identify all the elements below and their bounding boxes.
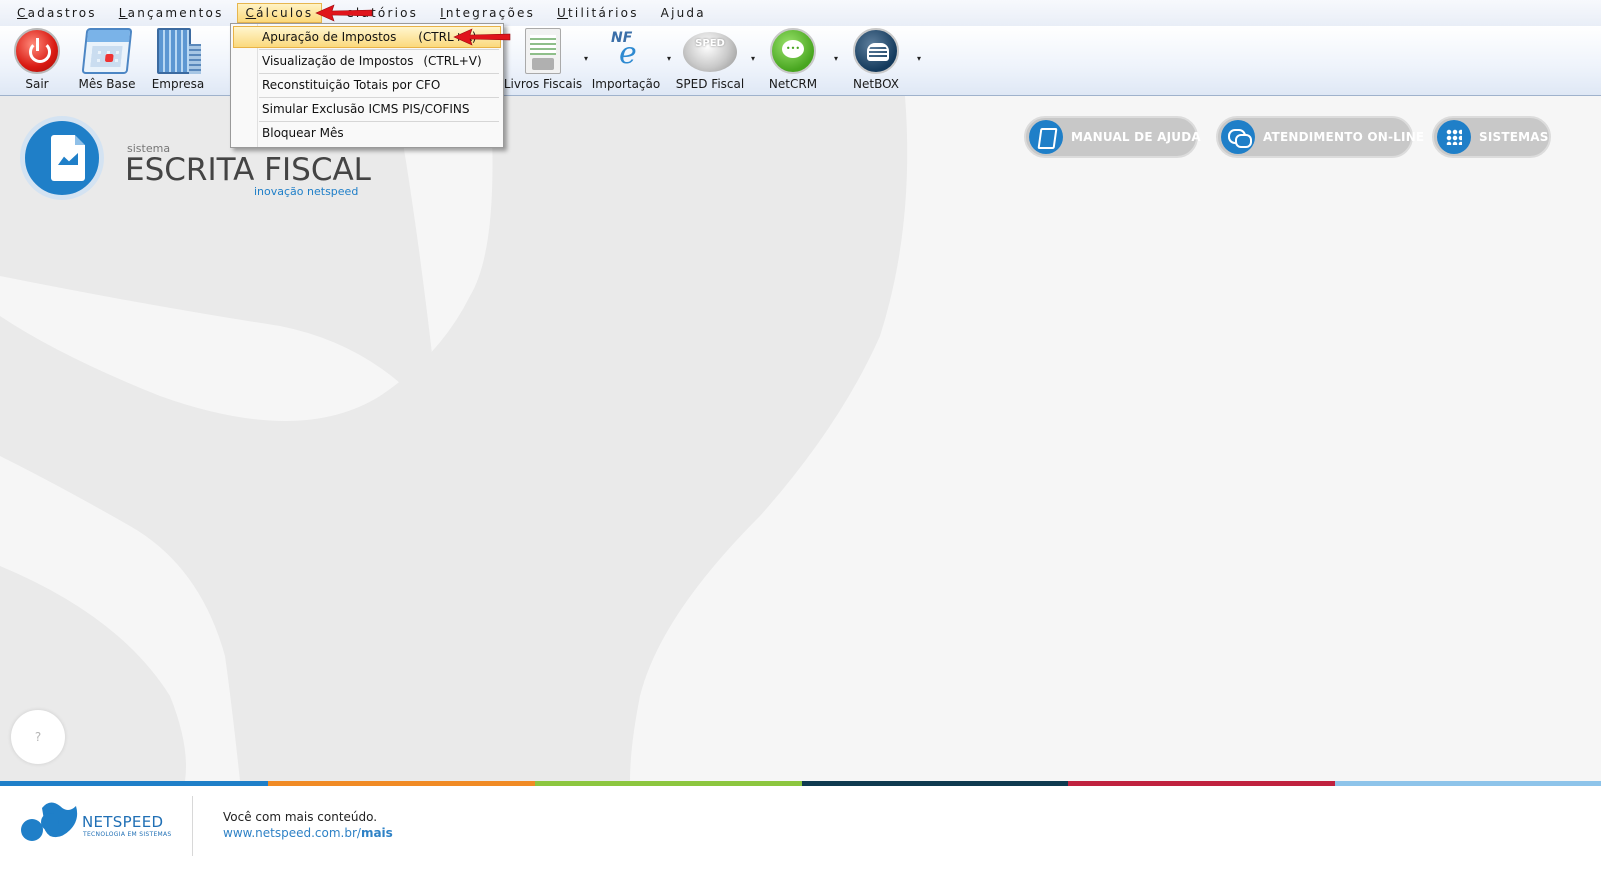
menu-accelerator: C — [17, 6, 28, 20]
menu-ajuda[interactable]: Ajuda — [652, 3, 715, 23]
toolbar-empresa-button[interactable]: Empresa — [141, 26, 215, 96]
toolbar-sped-fiscal-button[interactable]: SPED Fiscal ▾ — [673, 26, 755, 96]
pill-label: MANUAL DE AJUDA — [1071, 130, 1201, 144]
escrita-fiscal-app: Cadastros Lançamentos Cálculos elatórios… — [0, 0, 1601, 877]
chevron-down-icon[interactable]: ▾ — [751, 54, 755, 63]
pill-label: SISTEMAS — [1479, 130, 1549, 144]
netspeed-logo-icon — [21, 802, 78, 841]
chat-icon — [1221, 120, 1255, 154]
toolbar-label: Importação — [591, 77, 661, 91]
document-chart-icon — [51, 135, 85, 181]
menu-calculos[interactable]: Cálculos — [236, 3, 323, 23]
menu-label: ntegrações — [445, 6, 536, 20]
footer: NETSPEED TECNOLOGIA EM SISTEMAS Você com… — [0, 786, 1601, 877]
book-icon — [1029, 120, 1063, 154]
menu-label: tilitários — [568, 6, 639, 20]
menu-item-bloquear-mes[interactable]: Bloquear Mês — [233, 122, 501, 144]
menu-label: adastros — [27, 6, 97, 20]
menu-integracoes[interactable]: Integrações — [431, 3, 544, 23]
cloud-box-icon — [853, 28, 899, 74]
chevron-down-icon[interactable]: ▾ — [834, 54, 838, 63]
atendimento-online-button[interactable]: ATENDIMENTO ON-LINE — [1216, 116, 1424, 158]
chat-bubble-icon — [770, 28, 816, 74]
toolbar-label: NetBOX — [853, 77, 899, 91]
menu-item-reconstituicao-totais[interactable]: Reconstituição Totais por CFO — [233, 74, 501, 96]
menu-cadastros[interactable]: Cadastros — [8, 3, 106, 23]
menu-accelerator: C — [245, 6, 257, 20]
menu-label: Ajuda — [660, 6, 706, 20]
help-button[interactable]: ? — [11, 710, 65, 764]
menu-item-simular-exclusao[interactable]: Simular Exclusão ICMS PIS/COFINS — [233, 98, 501, 120]
background-decoration — [0, 96, 908, 781]
toolbar-label: Livros Fiscais — [503, 77, 583, 91]
footer-divider — [192, 796, 193, 856]
toolbar-label: SPED Fiscal — [675, 77, 745, 91]
footer-message: Você com mais conteúdo. — [223, 810, 378, 824]
manual-de-ajuda-button[interactable]: MANUAL DE AJUDA — [1024, 116, 1201, 158]
chevron-down-icon[interactable]: ▾ — [917, 54, 921, 63]
logo-circle — [20, 116, 104, 200]
power-icon — [14, 28, 60, 74]
menu-lancamentos[interactable]: Lançamentos — [110, 3, 233, 23]
menu-label: ançamentos — [127, 6, 224, 20]
nfe-icon — [603, 28, 649, 74]
toolbar-netcrm-button[interactable]: NetCRM ▾ — [756, 26, 838, 96]
menu-label: álculos — [256, 6, 314, 20]
link-bold: mais — [360, 826, 393, 840]
toolbar-livros-fiscais-button[interactable]: Livros Fiscais ▾ — [504, 26, 588, 96]
toolbar-importacao-button[interactable]: Importação ▾ — [589, 26, 671, 96]
link-prefix: www.netspeed.com.br/ — [223, 826, 361, 840]
footer-link[interactable]: www.netspeed.com.br/mais — [223, 826, 393, 840]
menu-item-label: Apuração de Impostos — [262, 30, 397, 44]
menu-utilitarios[interactable]: Utilitários — [548, 3, 648, 23]
toolbar-label: Empresa — [151, 77, 205, 91]
menu-item-label: Reconstituição Totais por CFO — [262, 78, 441, 92]
menu-accelerator: U — [557, 6, 569, 20]
menu-item-shortcut: (CTRL+V) — [423, 54, 482, 68]
netspeed-tagline: TECNOLOGIA EM SISTEMAS — [83, 831, 172, 838]
building-icon — [157, 28, 201, 74]
red-arrow-icon — [315, 4, 373, 22]
menu-item-label: Bloquear Mês — [262, 126, 344, 140]
chevron-down-icon[interactable]: ▾ — [584, 54, 588, 63]
logo-title: ESCRITA FISCAL — [125, 152, 371, 188]
netspeed-brand: NETSPEED — [82, 813, 164, 831]
logo-subtitle: inovação netspeed — [254, 185, 359, 198]
grid-icon — [1437, 120, 1471, 154]
toolbar-label: NetCRM — [768, 77, 818, 91]
chevron-down-icon[interactable]: ▾ — [667, 54, 671, 63]
pill-label: ATENDIMENTO ON-LINE — [1263, 130, 1425, 144]
book-printer-icon — [525, 28, 561, 74]
menu-accelerator: L — [118, 6, 128, 20]
menu-item-label: Visualização de Impostos — [262, 54, 414, 68]
menu-item-visualizacao-impostos[interactable]: Visualização de Impostos (CTRL+V) — [233, 50, 501, 72]
calendar-icon — [81, 28, 133, 74]
red-arrow-icon — [453, 28, 511, 46]
sped-icon — [683, 32, 737, 72]
menu-item-label: Simular Exclusão ICMS PIS/COFINS — [262, 102, 470, 116]
sistemas-button[interactable]: SISTEMAS — [1432, 116, 1551, 158]
toolbar-netbox-button[interactable]: NetBOX ▾ — [839, 26, 921, 96]
